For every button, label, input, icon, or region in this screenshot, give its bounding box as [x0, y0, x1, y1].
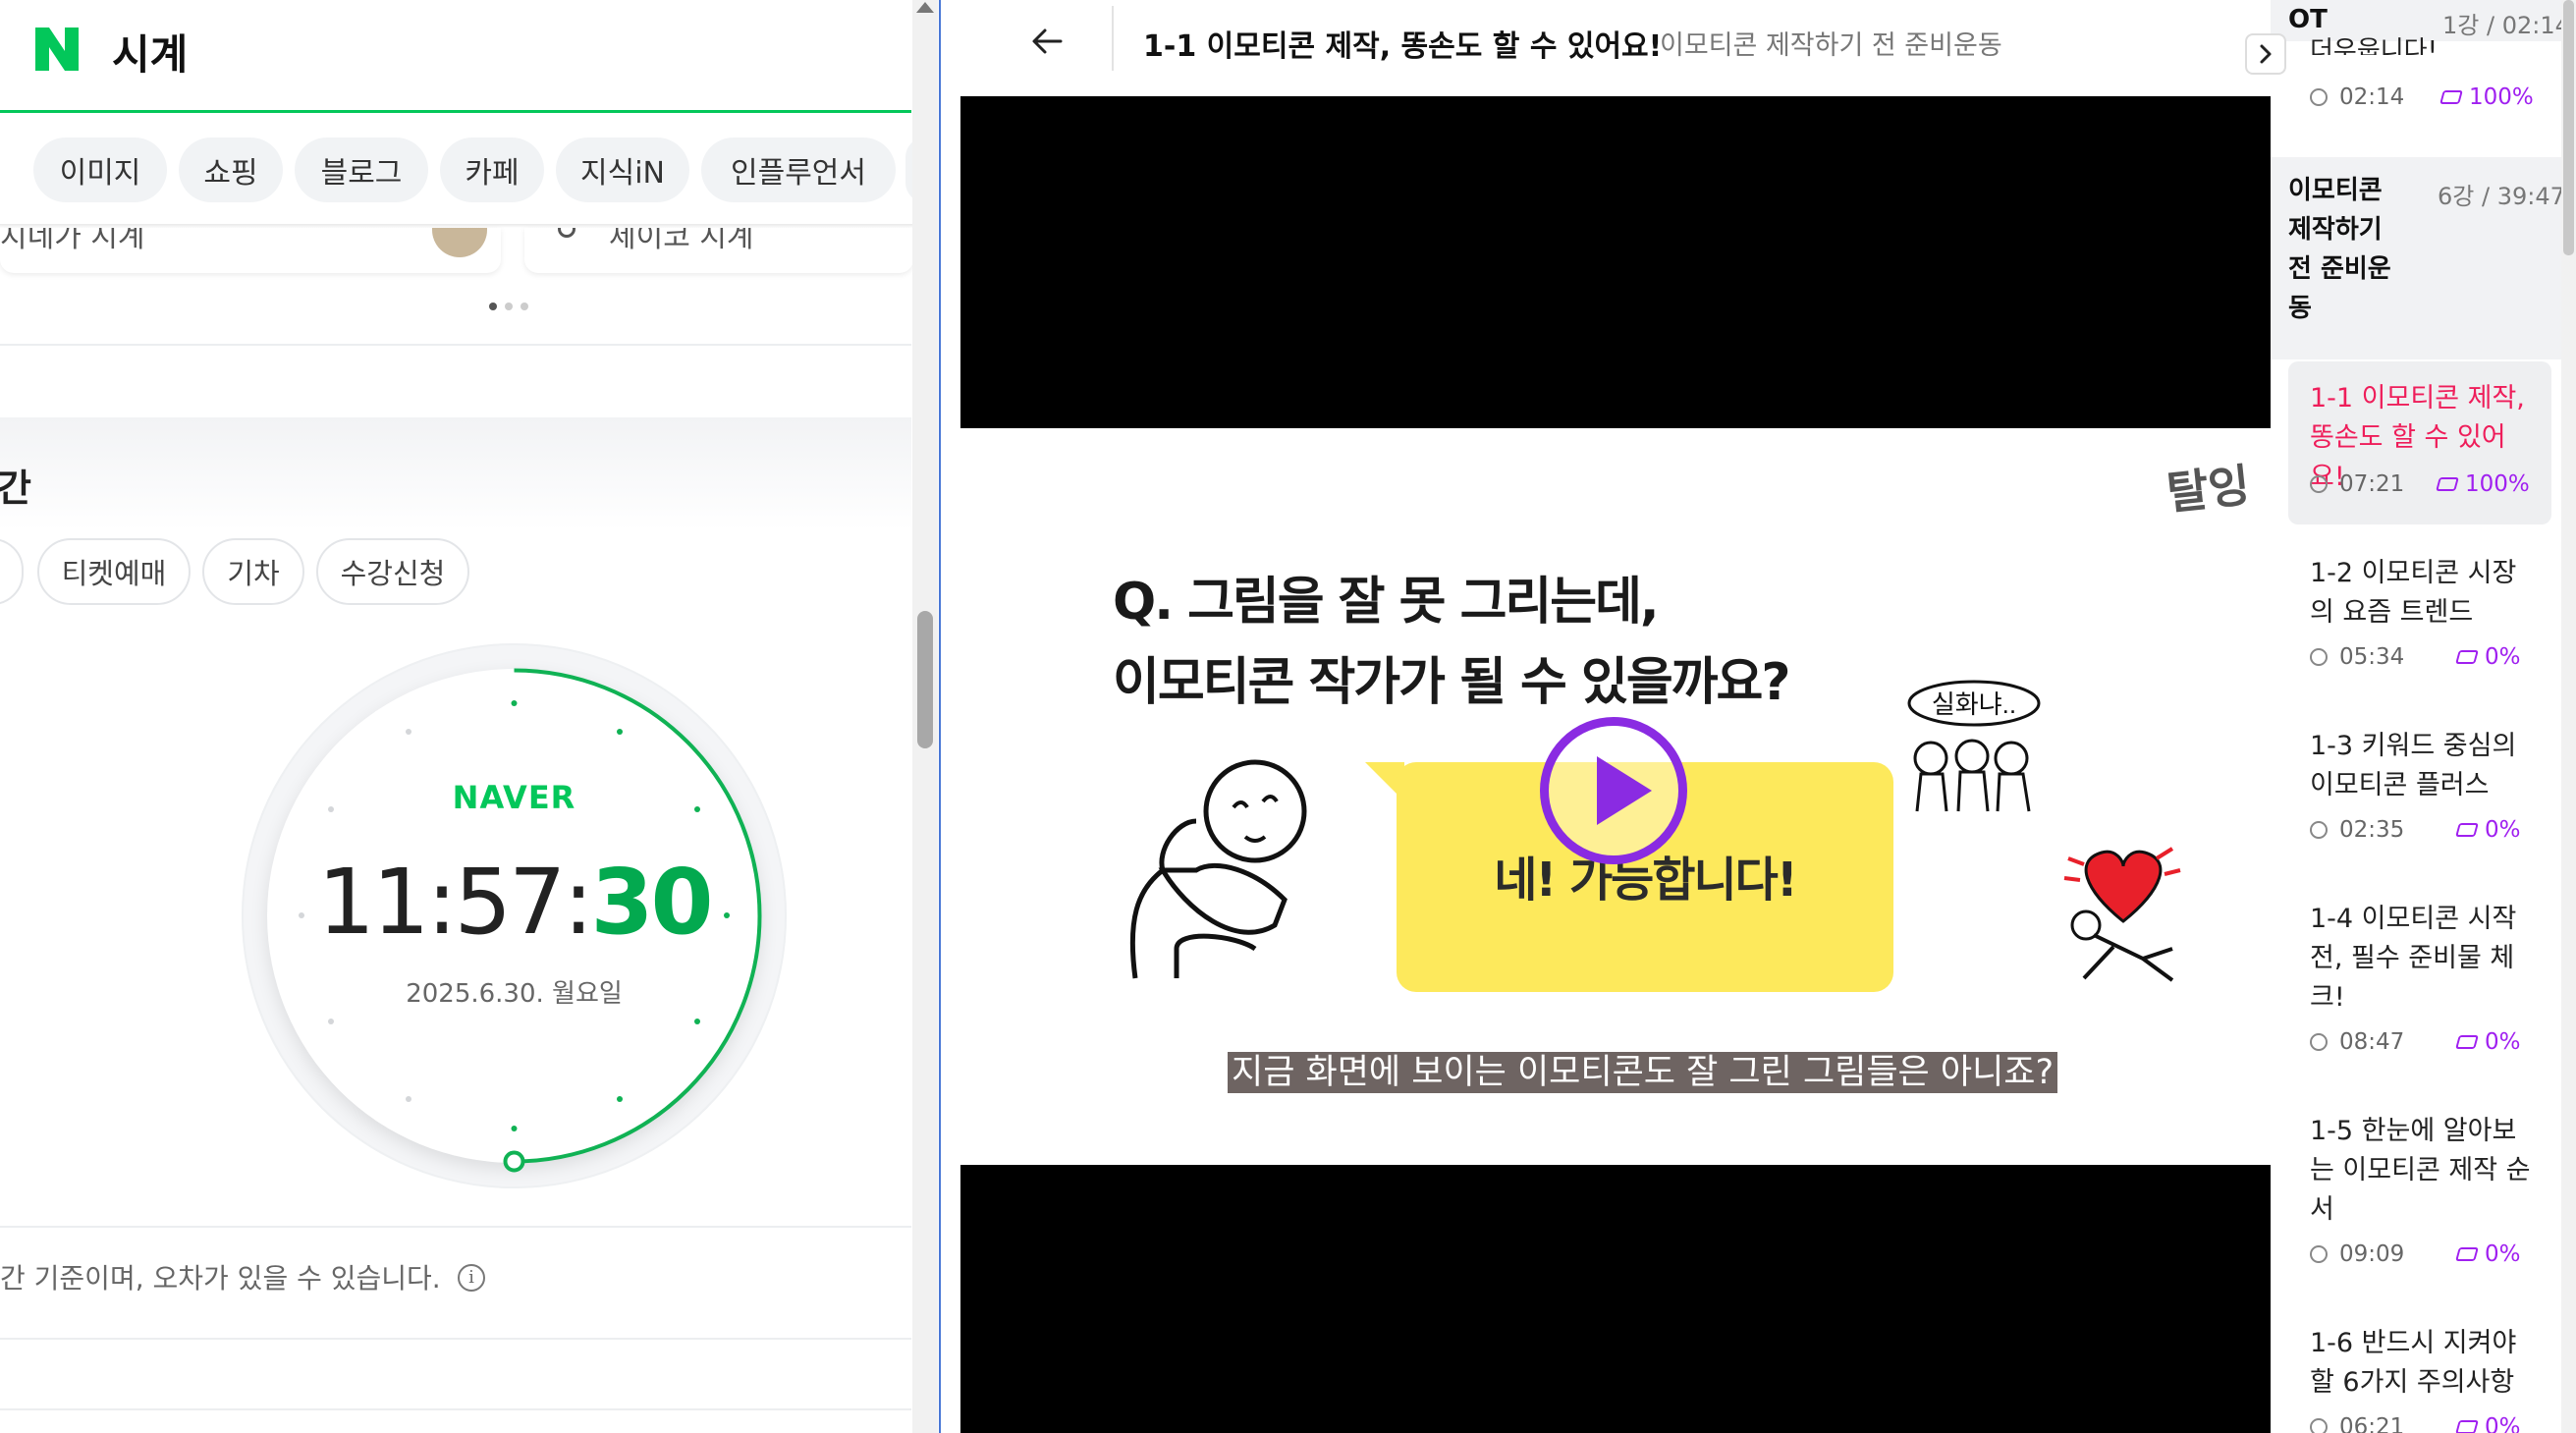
progress-cap-icon	[2455, 650, 2479, 664]
scroll-up-arrow-icon[interactable]	[916, 2, 934, 13]
related-card-2[interactable]: 제이코 시계	[524, 228, 913, 273]
left-scrollbar-thumb[interactable]	[917, 611, 933, 748]
clock-icon	[2310, 88, 2328, 106]
play-button[interactable]	[1540, 717, 1687, 864]
clock-brand: NAVER	[452, 779, 576, 816]
lesson-ot[interactable]: 더우웁니다! 02:14 100%	[2271, 36, 2561, 157]
letterbox-top	[960, 96, 2271, 428]
subchip-ticket[interactable]: 티켓예매	[37, 538, 191, 605]
page-title: 시계	[112, 30, 189, 79]
clock-icon	[2310, 1418, 2328, 1433]
progress-cap-icon	[2455, 1420, 2479, 1433]
back-arrow-icon[interactable]	[1027, 22, 1067, 61]
chip-kin[interactable]: 지식iN	[556, 138, 689, 202]
progress-cap-icon	[2455, 823, 2479, 837]
heart-character-illustration	[2063, 847, 2181, 982]
carousel-dots[interactable]	[489, 303, 528, 310]
clock-icon	[2310, 1245, 2328, 1263]
chip-cafe[interactable]: 카페	[440, 138, 544, 202]
video-player-pane: 1-1 이모티콘 제작, 똥손도 할 수 있어요! 이모티콘 제작하기 전 준비…	[960, 0, 2271, 1433]
naver-logo-icon[interactable]	[31, 24, 82, 75]
info-icon[interactable]: i	[458, 1264, 485, 1292]
progress-cap-icon	[2439, 90, 2463, 104]
naver-clock-pane: 시계 이미지 쇼핑 블로그 카페 지식iN 인플루언서 지네가 시계 제이코 시…	[0, 0, 913, 1433]
subchip-course[interactable]: 수강신청	[316, 538, 469, 605]
progress-cap-icon	[2455, 1247, 2479, 1261]
character-reading-illustration	[1129, 759, 1307, 979]
lesson-item-1-1[interactable]: 1-1 이모티콘 제작, 똥손도 할 수 있어요! 07:21 100%	[2288, 361, 2551, 524]
watermark-logo: 탈잉	[2164, 458, 2253, 521]
letterbox-bottom	[960, 1165, 2271, 1433]
subtitle-caption: 지금 화면에 보이는 이모티콘도 잘 그린 그림들은 아니죠?	[1228, 1052, 2058, 1093]
speech-text: 실화냐..	[1932, 689, 2016, 719]
clock-icon	[2310, 648, 2328, 666]
chapter-prep[interactable]: 이모티콘 제작하기 전 준비운 동 6강 / 39:47	[2271, 157, 2565, 359]
lesson-item-1-2[interactable]: 1-2 이모티콘 시장의 요즘 트렌드 05:34 0%	[2288, 536, 2551, 699]
accuracy-notice: 간 기준이며, 오차가 있을 수 있습니다.	[0, 1262, 441, 1295]
chip-influencer[interactable]: 인플루언서	[701, 138, 896, 202]
chevron-right-icon	[2260, 44, 2272, 64]
lesson-item-1-6[interactable]: 1-6 반드시 지켜야 할 6가지 주의사항 06:21 0%	[2288, 1306, 2551, 1433]
sidebar-scrollbar-thumb[interactable]	[2563, 0, 2574, 255]
clock-date: 2025.6.30. 월요일	[406, 979, 623, 1009]
related-card-1[interactable]: 지네가 시계	[0, 228, 501, 273]
section-title: 시간	[0, 467, 31, 510]
analog-digital-clock: NAVER 11:57:30 2025.6.30. 월요일	[242, 643, 787, 1188]
clock-icon	[2310, 821, 2328, 839]
clock-icon	[2310, 1033, 2328, 1051]
clock-icon	[2310, 475, 2328, 493]
slide-question: Q. 그림을 잘 못 그리는데, 이모티콘 작가가 될 수 있을까요?	[1113, 573, 1790, 712]
chapter-subtitle: 이모티콘 제작하기 전 준비운동	[1660, 30, 2002, 61]
lesson-item-1-4[interactable]: 1-4 이모티콘 시작 전, 필수 준비물 체크! 08:47 0%	[2288, 882, 2551, 1084]
chip-image[interactable]: 이미지	[33, 138, 167, 202]
progress-cap-icon	[2455, 1035, 2479, 1049]
play-icon	[1597, 756, 1652, 825]
chip-blog[interactable]: 블로그	[295, 138, 428, 202]
collapse-sidebar-button[interactable]	[2245, 33, 2286, 75]
chip-shopping[interactable]: 쇼핑	[179, 138, 283, 202]
subchip-train[interactable]: 기차	[202, 538, 304, 605]
lesson-item-1-3[interactable]: 1-3 키워드 중심의 이모티콘 플러스 02:35 0%	[2288, 709, 2551, 872]
progress-cap-icon	[2436, 477, 2459, 491]
watch-thumbnail	[432, 228, 487, 257]
three-characters-illustration: 실화냐..	[1907, 680, 2041, 812]
lesson-item-1-5[interactable]: 1-5 한눈에 알아보는 이모티콘 제작 순서 09:09 0%	[2288, 1094, 2551, 1296]
search-icon	[558, 228, 575, 238]
video-frame[interactable]: 탈잉 Q. 그림을 잘 못 그리는데, 이모티콘 작가가 될 수 있을까요? 네…	[960, 428, 2271, 1165]
lesson-title: 1-1 이모티콘 제작, 똥손도 할 수 있어요!	[1143, 29, 1663, 64]
header-underline	[0, 110, 911, 113]
clock-time: 11:57:30	[317, 850, 714, 955]
clock-seconds: 30	[590, 850, 714, 955]
subchip-selected[interactable]	[0, 538, 24, 605]
